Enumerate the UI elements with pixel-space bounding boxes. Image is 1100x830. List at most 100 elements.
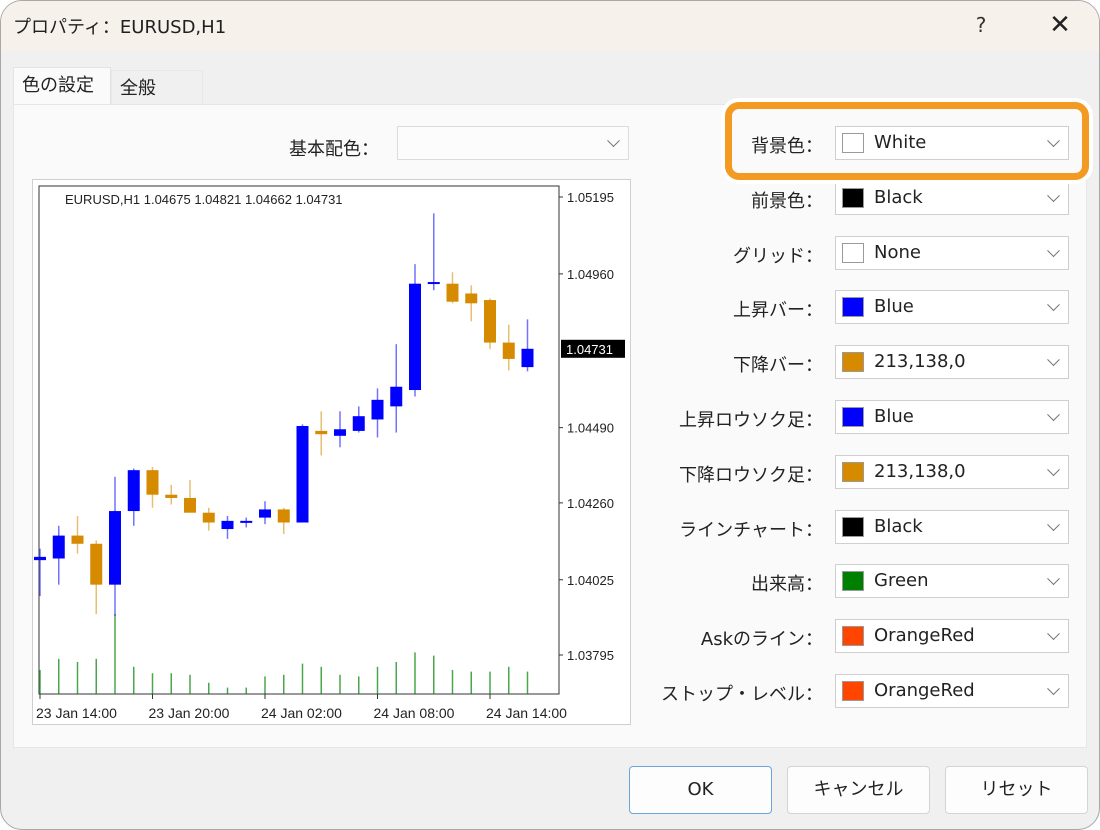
color-value: Green [874,570,929,592]
color-row-ask-line: Askのライン： OrangeRed [641,619,1071,655]
color-select-stop-level[interactable]: OrangeRed [835,674,1069,708]
current-price-label: 1.04731 [566,342,613,357]
candle-body-up [221,520,234,530]
color-swatch [842,571,864,592]
x-tick-label: 24 Jan 14:00 [486,705,567,721]
candle-body-down [484,300,496,343]
cancel-button[interactable]: キャンセル [787,766,930,814]
candle-body-up [127,470,140,512]
x-tick-label: 23 Jan 14:00 [36,705,117,721]
candle-body-up [427,282,440,285]
color-value: OrangeRed [874,625,975,647]
color-swatch [842,352,864,373]
color-select-line-chart[interactable]: Black [835,509,1069,544]
chevron-down-icon [607,134,620,148]
candle-body-down [502,342,515,359]
chevron-down-icon [1047,517,1060,531]
x-tick-label: 24 Jan 02:00 [261,705,342,721]
color-swatch [842,407,864,427]
color-swatch [842,297,864,318]
chart-ohlc-header: EURUSD,H1 1.04675 1.04821 1.04662 1.0473… [65,192,343,207]
color-swatch [842,187,864,208]
color-swatch [842,516,864,537]
y-tick-label: 1.05195 [567,190,614,205]
candle-body-up [296,426,309,523]
color-select-bull-candle[interactable]: Blue [835,400,1069,434]
candle-body-down [165,494,178,498]
candlestick-chart: EURUSD,H1 1.04675 1.04821 1.04662 1.0473… [34,185,625,721]
color-row-bull-candle: 上昇ロウソク足： Blue [641,400,1071,436]
candle-body-down [446,283,459,302]
chevron-down-icon [1047,682,1060,696]
base-scheme-label: 基本配色： [289,139,379,160]
candle-body-up [109,511,121,585]
color-row-bar-down: 下降バー： 213,138,0 [641,345,1071,381]
color-value: None [874,241,921,263]
color-select-bear-candle[interactable]: 213,138,0 [835,454,1069,489]
title-bar: プロパティ：EURUSD,H1 ? ✕ [1,1,1099,51]
candle-body-up [334,429,346,436]
ok-button[interactable]: OK [629,766,772,814]
color-select-bar-up[interactable]: Blue [835,290,1069,325]
chevron-down-icon [1047,463,1060,476]
chevron-down-icon [1047,572,1060,586]
color-swatch [842,626,864,647]
candle-body-up [521,348,534,368]
color-select-bar-down[interactable]: 213,138,0 [835,345,1069,380]
color-value: Black [874,186,923,208]
color-swatch [842,242,864,263]
color-value: 213,138,0 [874,460,966,482]
color-select-grid[interactable]: None [835,235,1069,270]
chart-preview: EURUSD,H1 1.04675 1.04821 1.04662 1.0473… [32,179,631,725]
y-tick-label: 1.04025 [567,573,614,588]
color-row-label: 出来高： [751,574,823,596]
candle-body-up [52,535,65,559]
candle-body-up [240,520,253,523]
candle-body-up [34,556,46,561]
chevron-down-icon [1047,298,1060,312]
tab-general[interactable]: 全般 [111,70,203,105]
help-button[interactable]: ? [966,9,996,41]
color-row-label: 上昇ロウソク足： [679,410,823,431]
candle-body-down [465,293,478,304]
color-row-label: 下降ロウソク足： [679,464,823,486]
highlight-annotation [725,102,1089,180]
candle-body-up [259,509,271,518]
chevron-down-icon [1047,353,1060,367]
color-row-line-chart: ラインチャート： Black [641,509,1071,546]
tab-color-settings[interactable]: 色の設定 [13,67,111,105]
color-row-bar-up: 上昇バー： Blue [641,290,1071,326]
y-tick-label: 1.03795 [567,648,614,663]
candle-body-down [202,512,215,523]
candle-body-down [71,535,84,544]
color-value: 213,138,0 [874,351,966,373]
color-row-bear-candle: 下降ロウソク足： 213,138,0 [641,454,1071,491]
candle-body-up [371,399,384,420]
color-select-volumes[interactable]: Green [835,564,1069,599]
base-scheme-select[interactable] [397,126,629,160]
y-tick-label: 1.04960 [567,267,614,282]
color-row-stop-level: ストップ・レベル： OrangeRed [641,674,1071,710]
color-value: Blue [874,296,914,318]
y-tick-label: 1.04490 [567,421,614,436]
candle-body-down [90,543,103,585]
x-tick-label: 23 Jan 20:00 [149,705,230,721]
color-row-label: グリッド： [733,245,823,267]
close-button[interactable]: ✕ [1043,9,1077,41]
color-value: OrangeRed [874,680,975,701]
color-select-foreground[interactable]: Black [835,180,1069,215]
window-title: プロパティ：EURUSD,H1 [13,17,227,38]
chevron-down-icon [1047,189,1060,202]
candle-body-down [184,497,196,513]
chevron-down-icon [1047,243,1060,257]
candle-body-down [315,430,328,435]
properties-dialog: プロパティ：EURUSD,H1 ? ✕ 色の設定 全般 基本配色： EURUSD… [0,0,1100,830]
reset-button[interactable]: リセット [945,766,1088,814]
color-select-ask-line[interactable]: OrangeRed [835,619,1069,654]
color-row-label: ラインチャート： [679,519,823,541]
chevron-down-icon [1047,408,1060,422]
candle-body-up [390,386,403,407]
candle-body-up [352,416,365,431]
color-row-grid: グリッド： None [641,235,1071,272]
color-value: Black [874,515,923,537]
